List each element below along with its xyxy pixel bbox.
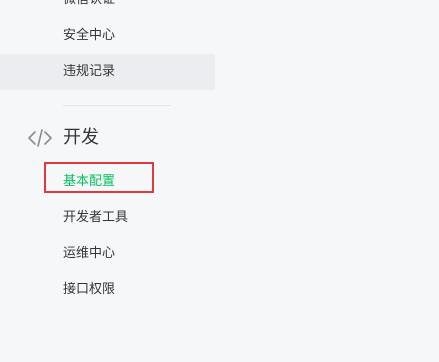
sidebar-item-label: 基本配置 [63,174,116,189]
sidebar-item-label: 违规记录 [63,64,116,79]
sidebar-item-label: 开发者工具 [63,210,129,225]
sidebar-item-label: 运维中心 [63,246,116,261]
sidebar-item-violation-records[interactable]: 违规记录 [0,54,215,90]
sidebar-item-developer-tools[interactable]: 开发者工具 [0,200,215,236]
sidebar-item-basic-config[interactable]: 基本配置 [0,164,215,200]
sidebar-item-security-center[interactable]: 安全中心 [0,18,215,54]
sidebar-group-title: 开发 [63,127,99,148]
sidebar-group-development: 开发 [0,121,215,155]
page: 微信认证 安全中心 违规记录 开发 基本配置 开发者工具 [0,0,439,362]
sidebar-item-ops-center[interactable]: 运维中心 [0,236,215,272]
code-icon [28,129,52,147]
sidebar-divider [63,105,171,106]
sidebar-item-wechat-verification[interactable]: 微信认证 [0,0,215,18]
sidebar-item-label: 微信认证 [63,0,115,18]
sidebar-nav: 微信认证 安全中心 违规记录 开发 基本配置 开发者工具 [0,0,215,362]
sidebar-item-api-permissions[interactable]: 接口权限 [0,272,215,308]
sidebar-item-label: 接口权限 [63,282,116,297]
sidebar-item-label: 安全中心 [63,28,116,43]
